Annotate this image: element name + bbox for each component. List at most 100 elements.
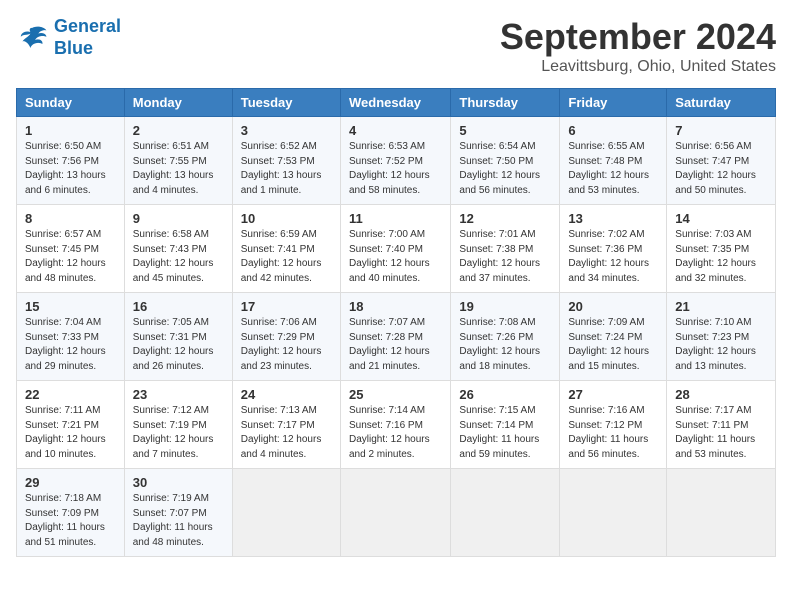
day-number: 22 [25, 387, 116, 402]
day-info: Sunrise: 7:16 AM Sunset: 7:12 PM Dayligh… [568, 404, 658, 462]
calendar-cell [451, 469, 560, 557]
day-number: 27 [568, 387, 658, 402]
calendar-cell: 6 Sunrise: 6:55 AM Sunset: 7:48 PM Dayli… [560, 117, 667, 205]
day-info: Sunrise: 7:19 AM Sunset: 7:07 PM Dayligh… [133, 492, 224, 550]
calendar-cell: 1 Sunrise: 6:50 AM Sunset: 7:56 PM Dayli… [17, 117, 125, 205]
calendar-week-2: 8 Sunrise: 6:57 AM Sunset: 7:45 PM Dayli… [17, 205, 776, 293]
day-info: Sunrise: 6:53 AM Sunset: 7:52 PM Dayligh… [349, 140, 442, 198]
calendar-cell [232, 469, 340, 557]
day-info: Sunrise: 7:08 AM Sunset: 7:26 PM Dayligh… [459, 316, 551, 374]
day-number: 3 [241, 123, 332, 138]
calendar-cell: 11 Sunrise: 7:00 AM Sunset: 7:40 PM Dayl… [340, 205, 450, 293]
calendar-cell [340, 469, 450, 557]
weekday-header-sunday: Sunday [17, 89, 125, 117]
day-info: Sunrise: 7:03 AM Sunset: 7:35 PM Dayligh… [675, 228, 767, 286]
calendar-cell: 27 Sunrise: 7:16 AM Sunset: 7:12 PM Dayl… [560, 381, 667, 469]
weekday-header-saturday: Saturday [667, 89, 776, 117]
day-info: Sunrise: 7:07 AM Sunset: 7:28 PM Dayligh… [349, 316, 442, 374]
page-header: General Blue September 2024 Leavittsburg… [16, 16, 776, 76]
calendar-cell [667, 469, 776, 557]
logo-bird-icon [16, 24, 48, 52]
calendar-cell: 13 Sunrise: 7:02 AM Sunset: 7:36 PM Dayl… [560, 205, 667, 293]
weekday-header-monday: Monday [124, 89, 232, 117]
day-number: 9 [133, 211, 224, 226]
day-info: Sunrise: 6:56 AM Sunset: 7:47 PM Dayligh… [675, 140, 767, 198]
calendar-cell: 20 Sunrise: 7:09 AM Sunset: 7:24 PM Dayl… [560, 293, 667, 381]
calendar-cell: 4 Sunrise: 6:53 AM Sunset: 7:52 PM Dayli… [340, 117, 450, 205]
day-info: Sunrise: 7:05 AM Sunset: 7:31 PM Dayligh… [133, 316, 224, 374]
day-number: 10 [241, 211, 332, 226]
day-number: 30 [133, 475, 224, 490]
day-info: Sunrise: 7:04 AM Sunset: 7:33 PM Dayligh… [25, 316, 116, 374]
day-number: 15 [25, 299, 116, 314]
day-info: Sunrise: 7:12 AM Sunset: 7:19 PM Dayligh… [133, 404, 224, 462]
calendar-cell: 30 Sunrise: 7:19 AM Sunset: 7:07 PM Dayl… [124, 469, 232, 557]
calendar-cell: 7 Sunrise: 6:56 AM Sunset: 7:47 PM Dayli… [667, 117, 776, 205]
day-number: 6 [568, 123, 658, 138]
day-info: Sunrise: 6:55 AM Sunset: 7:48 PM Dayligh… [568, 140, 658, 198]
day-info: Sunrise: 6:51 AM Sunset: 7:55 PM Dayligh… [133, 140, 224, 198]
calendar-cell [560, 469, 667, 557]
day-info: Sunrise: 7:10 AM Sunset: 7:23 PM Dayligh… [675, 316, 767, 374]
logo: General Blue [16, 16, 121, 59]
day-number: 17 [241, 299, 332, 314]
calendar-cell: 19 Sunrise: 7:08 AM Sunset: 7:26 PM Dayl… [451, 293, 560, 381]
weekday-header-wednesday: Wednesday [340, 89, 450, 117]
calendar-week-4: 22 Sunrise: 7:11 AM Sunset: 7:21 PM Dayl… [17, 381, 776, 469]
day-info: Sunrise: 7:15 AM Sunset: 7:14 PM Dayligh… [459, 404, 551, 462]
calendar-cell: 29 Sunrise: 7:18 AM Sunset: 7:09 PM Dayl… [17, 469, 125, 557]
calendar-cell: 28 Sunrise: 7:17 AM Sunset: 7:11 PM Dayl… [667, 381, 776, 469]
calendar-cell: 23 Sunrise: 7:12 AM Sunset: 7:19 PM Dayl… [124, 381, 232, 469]
day-info: Sunrise: 6:59 AM Sunset: 7:41 PM Dayligh… [241, 228, 332, 286]
day-number: 16 [133, 299, 224, 314]
calendar-cell: 15 Sunrise: 7:04 AM Sunset: 7:33 PM Dayl… [17, 293, 125, 381]
day-info: Sunrise: 6:52 AM Sunset: 7:53 PM Dayligh… [241, 140, 332, 198]
calendar-cell: 24 Sunrise: 7:13 AM Sunset: 7:17 PM Dayl… [232, 381, 340, 469]
day-number: 13 [568, 211, 658, 226]
day-number: 24 [241, 387, 332, 402]
calendar-cell: 5 Sunrise: 6:54 AM Sunset: 7:50 PM Dayli… [451, 117, 560, 205]
day-info: Sunrise: 7:09 AM Sunset: 7:24 PM Dayligh… [568, 316, 658, 374]
calendar-cell: 10 Sunrise: 6:59 AM Sunset: 7:41 PM Dayl… [232, 205, 340, 293]
day-number: 4 [349, 123, 442, 138]
calendar-cell: 21 Sunrise: 7:10 AM Sunset: 7:23 PM Dayl… [667, 293, 776, 381]
calendar-cell: 16 Sunrise: 7:05 AM Sunset: 7:31 PM Dayl… [124, 293, 232, 381]
day-info: Sunrise: 7:13 AM Sunset: 7:17 PM Dayligh… [241, 404, 332, 462]
day-number: 21 [675, 299, 767, 314]
calendar-subtitle: Leavittsburg, Ohio, United States [500, 58, 776, 76]
day-info: Sunrise: 7:06 AM Sunset: 7:29 PM Dayligh… [241, 316, 332, 374]
day-number: 25 [349, 387, 442, 402]
day-number: 18 [349, 299, 442, 314]
calendar-cell: 3 Sunrise: 6:52 AM Sunset: 7:53 PM Dayli… [232, 117, 340, 205]
calendar-cell: 14 Sunrise: 7:03 AM Sunset: 7:35 PM Dayl… [667, 205, 776, 293]
calendar-table: SundayMondayTuesdayWednesdayThursdayFrid… [16, 88, 776, 557]
weekday-header-row: SundayMondayTuesdayWednesdayThursdayFrid… [17, 89, 776, 117]
day-info: Sunrise: 7:00 AM Sunset: 7:40 PM Dayligh… [349, 228, 442, 286]
calendar-week-1: 1 Sunrise: 6:50 AM Sunset: 7:56 PM Dayli… [17, 117, 776, 205]
day-info: Sunrise: 7:02 AM Sunset: 7:36 PM Dayligh… [568, 228, 658, 286]
day-info: Sunrise: 7:01 AM Sunset: 7:38 PM Dayligh… [459, 228, 551, 286]
day-number: 2 [133, 123, 224, 138]
calendar-cell: 8 Sunrise: 6:57 AM Sunset: 7:45 PM Dayli… [17, 205, 125, 293]
calendar-cell: 26 Sunrise: 7:15 AM Sunset: 7:14 PM Dayl… [451, 381, 560, 469]
logo-text: General Blue [54, 16, 121, 59]
calendar-week-3: 15 Sunrise: 7:04 AM Sunset: 7:33 PM Dayl… [17, 293, 776, 381]
weekday-header-friday: Friday [560, 89, 667, 117]
weekday-header-tuesday: Tuesday [232, 89, 340, 117]
day-number: 23 [133, 387, 224, 402]
day-number: 11 [349, 211, 442, 226]
day-info: Sunrise: 7:14 AM Sunset: 7:16 PM Dayligh… [349, 404, 442, 462]
day-number: 20 [568, 299, 658, 314]
day-number: 28 [675, 387, 767, 402]
day-number: 14 [675, 211, 767, 226]
calendar-cell: 17 Sunrise: 7:06 AM Sunset: 7:29 PM Dayl… [232, 293, 340, 381]
calendar-cell: 12 Sunrise: 7:01 AM Sunset: 7:38 PM Dayl… [451, 205, 560, 293]
day-info: Sunrise: 6:58 AM Sunset: 7:43 PM Dayligh… [133, 228, 224, 286]
day-number: 26 [459, 387, 551, 402]
calendar-cell: 2 Sunrise: 6:51 AM Sunset: 7:55 PM Dayli… [124, 117, 232, 205]
day-number: 29 [25, 475, 116, 490]
calendar-title: September 2024 [500, 16, 776, 58]
day-info: Sunrise: 6:50 AM Sunset: 7:56 PM Dayligh… [25, 140, 116, 198]
day-number: 7 [675, 123, 767, 138]
day-number: 1 [25, 123, 116, 138]
